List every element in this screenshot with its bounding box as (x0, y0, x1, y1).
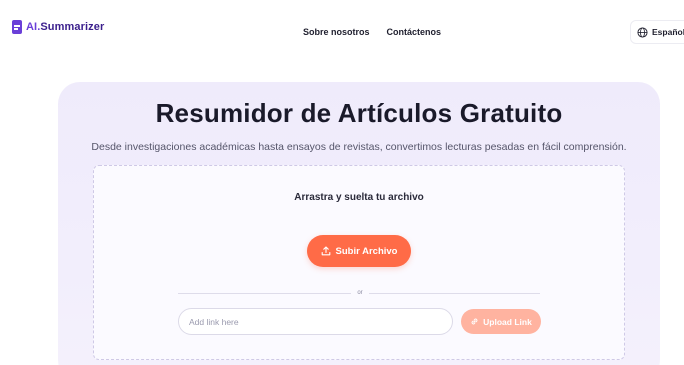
main-nav: Sobre nosotros Contáctenos (303, 27, 441, 37)
link-input[interactable] (178, 308, 453, 335)
globe-icon (637, 26, 648, 38)
upload-link-button[interactable]: Upload Link (461, 309, 541, 334)
document-icon (12, 20, 22, 34)
page-subtitle: Desde investigaciones académicas hasta e… (91, 141, 627, 153)
or-label: or (351, 289, 369, 298)
link-icon (471, 318, 478, 325)
language-selector[interactable]: Español (630, 20, 684, 44)
logo-text: AI.Summarizer (26, 21, 104, 33)
upload-file-label: Subir Archivo (335, 245, 398, 257)
upload-link-label: Upload Link (483, 316, 532, 327)
upload-file-button[interactable]: Subir Archivo (307, 235, 411, 267)
page-title: Resumidor de Artículos Gratuito (155, 98, 563, 128)
dropzone-label: Arrastra y suelta tu archivo (294, 192, 424, 203)
logo-prefix: AI. (26, 21, 41, 33)
language-label: Español (652, 27, 684, 37)
nav-link-about[interactable]: Sobre nosotros (303, 27, 370, 37)
nav-link-contact[interactable]: Contáctenos (387, 27, 442, 37)
upload-icon (321, 246, 330, 256)
top-navbar: AI.Summarizer Sobre nosotros Contáctenos… (0, 0, 684, 64)
site-logo[interactable]: AI.Summarizer (12, 20, 104, 34)
logo-name: Summarizer (40, 21, 105, 33)
